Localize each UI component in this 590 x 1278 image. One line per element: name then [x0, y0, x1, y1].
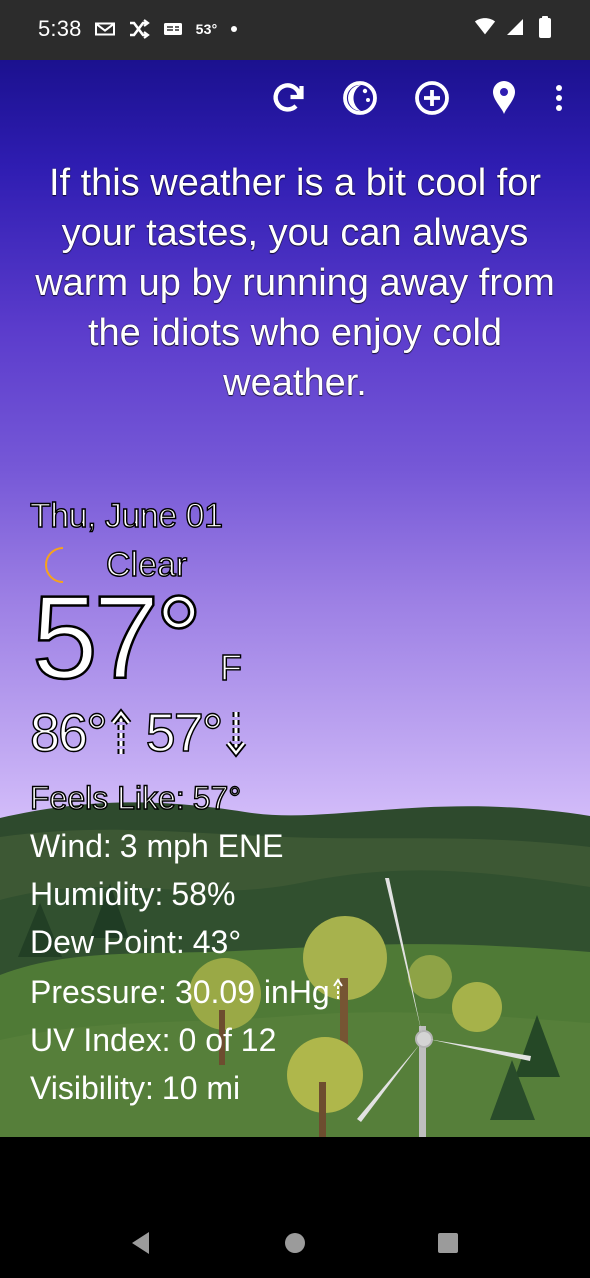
news-icon — [162, 18, 184, 40]
back-button[interactable] — [118, 1221, 162, 1265]
pressure-value: 30.09 inHg — [174, 974, 330, 1010]
status-time: 5:38 — [38, 16, 82, 41]
battery-icon — [534, 16, 556, 38]
recents-icon — [438, 1233, 458, 1253]
status-weather-temperature: 53° — [195, 21, 218, 37]
arrow-down-icon — [223, 708, 249, 758]
night-mode-button[interactable] — [342, 80, 378, 116]
weather-screen: If this weather is a bit cool for your t… — [0, 60, 590, 1137]
back-icon — [132, 1232, 149, 1254]
visibility-value: 10 mi — [161, 1070, 241, 1106]
map-pin-icon — [493, 81, 515, 114]
moon-toggle-icon — [343, 81, 377, 115]
top-toolbar — [270, 80, 568, 116]
status-bar: 5:38 53° — [0, 0, 590, 60]
visibility-row: Visibility: 10 mi — [30, 1064, 570, 1112]
humidity-row: Humidity: 58% — [30, 870, 570, 918]
feels-like-label: Feels Like: — [29, 779, 185, 816]
current-temperature-group: 57° F — [30, 574, 570, 703]
refresh-button[interactable] — [270, 80, 306, 116]
high-temperature: 86° — [29, 703, 108, 763]
rising-arrow-icon — [332, 966, 344, 999]
cellular-signal-icon — [504, 16, 526, 38]
location-button[interactable] — [486, 80, 522, 116]
mail-icon — [94, 18, 116, 40]
weather-app-screen: 5:38 53° If this weather is a bit cool f… — [0, 0, 590, 1278]
wifi-icon — [474, 16, 496, 38]
dew-point-row: Dew Point: 43° — [30, 918, 570, 966]
low-temperature: 57° — [145, 703, 224, 763]
arrow-up-icon — [108, 708, 134, 758]
add-location-button[interactable] — [414, 80, 450, 116]
uv-index-value: 0 of 12 — [178, 1022, 277, 1058]
visibility-label: Visibility: — [30, 1070, 154, 1106]
humidity-label: Humidity: — [30, 876, 164, 912]
pressure-label: Pressure: — [30, 974, 167, 1010]
current-temperature: 57° — [31, 572, 204, 704]
dew-point-label: Dew Point: — [30, 924, 185, 960]
weather-details: Thu, June 01 Clear 57° F 86° 57° Feels L… — [29, 496, 570, 1112]
notification-dot-icon — [231, 26, 238, 32]
status-left-group: 5:38 53° — [38, 16, 238, 42]
wind-row: Wind: 3 mph ENE — [30, 822, 570, 870]
shuffle-icon — [128, 18, 150, 40]
temperature-unit: F — [219, 647, 242, 688]
weather-date: Thu, June 01 — [29, 496, 223, 535]
more-menu-button[interactable] — [550, 80, 568, 116]
status-right-group — [474, 16, 556, 38]
high-low-temperatures: 86° 57° — [29, 703, 570, 763]
more-vertical-icon — [556, 85, 562, 111]
uv-index-row: UV Index: 0 of 12 — [30, 1016, 570, 1064]
home-button[interactable] — [273, 1221, 317, 1265]
pressure-row: Pressure: 30.09 inHg — [30, 966, 570, 1016]
weather-joke-message: If this weather is a bit cool for your t… — [35, 162, 555, 404]
dew-point-value: 43° — [192, 924, 242, 960]
wind-label: Wind: — [30, 828, 112, 864]
system-navigation-bar — [0, 1137, 590, 1278]
plus-circle-icon — [415, 81, 449, 115]
refresh-icon — [273, 83, 304, 112]
feels-like-row: Feels Like: 57° — [29, 774, 570, 822]
wind-value: 3 mph ENE — [119, 828, 284, 864]
feels-like-value: 57° — [192, 779, 242, 816]
home-icon — [285, 1233, 305, 1253]
uv-index-label: UV Index: — [30, 1022, 171, 1058]
humidity-value: 58% — [171, 876, 236, 912]
recents-button[interactable] — [426, 1221, 470, 1265]
